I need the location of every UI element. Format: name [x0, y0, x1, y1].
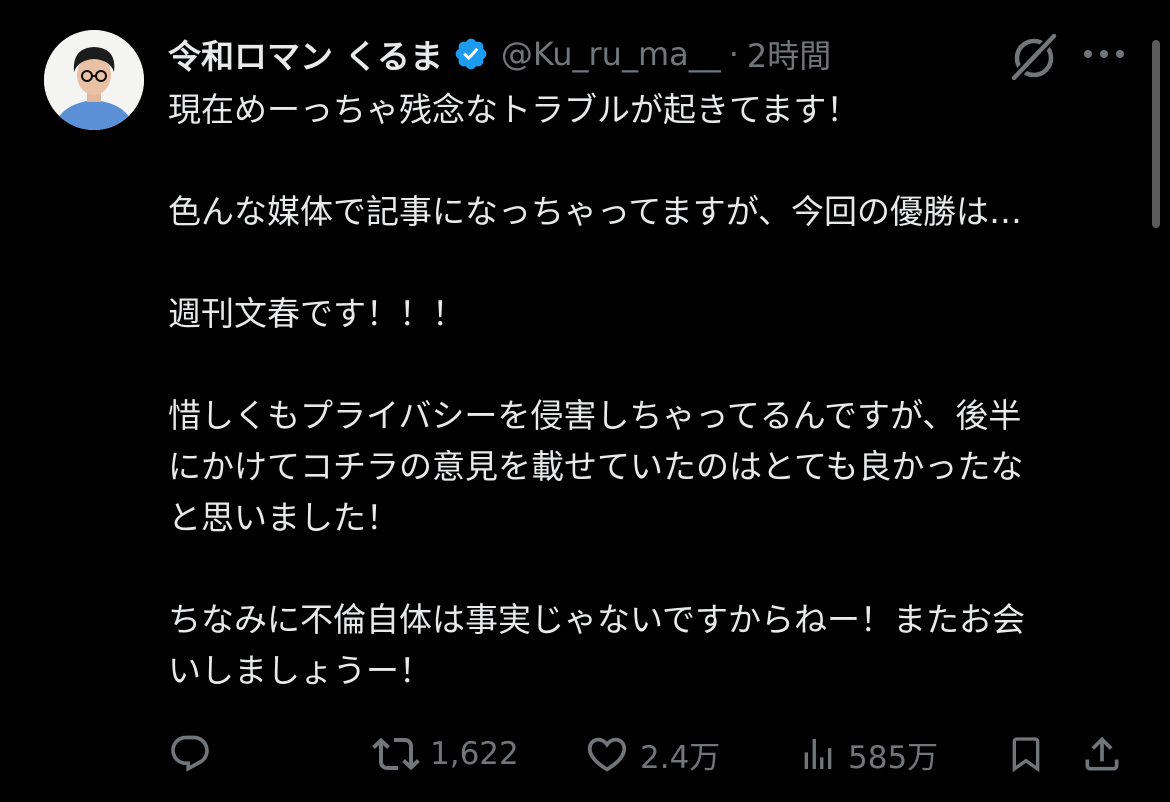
bookmark-icon	[1006, 732, 1046, 776]
heart-icon	[584, 731, 630, 777]
tweet-header: 令和ロマン くるま @Ku_ru_ma__ · 2時間	[168, 30, 831, 78]
views-button[interactable]: 585万	[798, 724, 938, 784]
share-icon	[1080, 732, 1124, 776]
retweet-icon	[372, 730, 420, 778]
tweet-paragraph: 惜しくもプライバシーを侵害しちゃってるんですが、後半 にかけてコチラの意見を載せ…	[168, 396, 1024, 537]
avatar-image	[44, 30, 144, 130]
bookmark-button[interactable]	[1006, 724, 1046, 784]
tweet-timestamp[interactable]: 2時間	[747, 31, 831, 77]
tweet-paragraph: 色んな媒体で記事になっちゃってますが、今回の優勝は…	[168, 192, 1023, 231]
grok-icon[interactable]	[1008, 32, 1060, 82]
author-handle[interactable]: @Ku_ru_ma__	[501, 35, 721, 73]
action-bar: 1,622 2.4万 585万	[0, 724, 1170, 784]
views-icon	[798, 734, 838, 774]
like-count: 2.4万	[640, 739, 721, 776]
verified-badge-icon	[453, 36, 489, 72]
tweet-paragraph: 週刊文春です！！！	[168, 294, 465, 333]
tweet-text: 現在めーっちゃ残念なトラブルが起きてます！ 色んな媒体で記事になっちゃってますが…	[168, 84, 1108, 696]
separator-dot: ·	[728, 35, 739, 73]
more-icon[interactable]	[1083, 44, 1125, 64]
reply-icon	[168, 732, 212, 776]
like-button[interactable]: 2.4万	[584, 724, 720, 784]
tweet-paragraph: ちなみに不倫自体は事実じゃないですからねー！またお会 いしましょうー！	[168, 600, 1026, 690]
retweet-button[interactable]: 1,622	[372, 724, 519, 784]
views-count: 585万	[848, 739, 939, 776]
reply-button[interactable]	[168, 724, 212, 784]
author-display-name[interactable]: 令和ロマン くるま	[168, 30, 443, 78]
tweet-paragraph: 現在めーっちゃ残念なトラブルが起きてます！	[168, 90, 860, 129]
scrollbar[interactable]	[1152, 40, 1160, 228]
avatar[interactable]	[44, 30, 144, 130]
retweet-count: 1,622	[430, 736, 519, 772]
share-button[interactable]	[1080, 724, 1124, 784]
